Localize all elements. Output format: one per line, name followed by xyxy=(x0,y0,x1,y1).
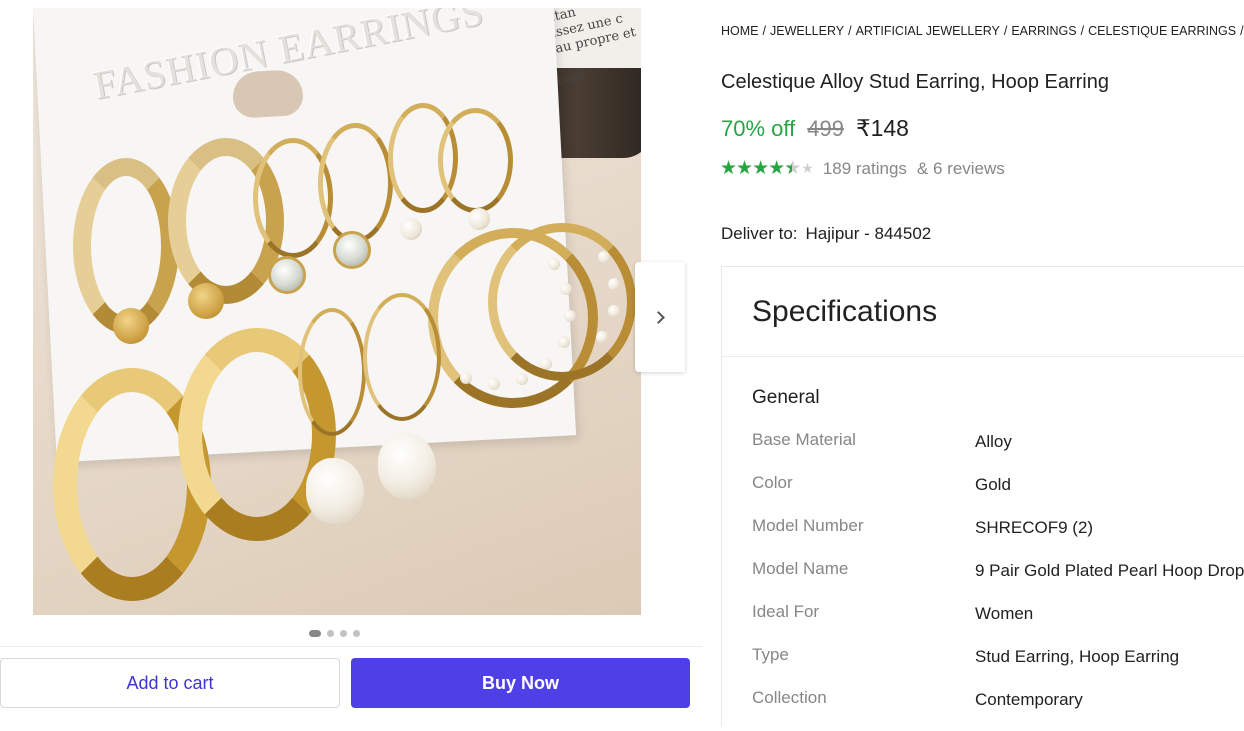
spec-row: Model Name 9 Pair Gold Plated Pearl Hoop… xyxy=(752,559,1244,602)
spec-value: SHRECOF9 (2) xyxy=(975,518,1094,537)
chevron-right-icon xyxy=(652,310,665,324)
carousel-dot[interactable] xyxy=(340,630,347,637)
buy-now-button[interactable]: Buy Now xyxy=(351,658,690,708)
carousel-dot[interactable] xyxy=(327,630,334,637)
spec-group-title: General xyxy=(752,387,820,408)
action-bar: Add to cart Buy Now xyxy=(0,646,702,718)
original-price: 499 xyxy=(807,116,844,141)
specifications-heading: Specifications xyxy=(722,267,1244,357)
product-image[interactable]: hydratan nsMassez une c la peau propre e… xyxy=(33,8,641,615)
star-rating: ★ ★ ★ ★ ★ ★ xyxy=(720,157,814,180)
spec-key: Model Name xyxy=(752,559,849,578)
spec-key: Model Number xyxy=(752,516,864,535)
breadcrumb-link-home[interactable]: HOME xyxy=(721,24,759,38)
spec-row: Base Material Alloy xyxy=(752,430,1244,473)
spec-row: Ideal For Women xyxy=(752,602,1244,645)
discount-percent: 70% off xyxy=(721,116,796,141)
star-icon: ★ xyxy=(736,158,753,179)
carousel-dot-active[interactable] xyxy=(309,630,321,637)
card-hang-hole xyxy=(231,69,304,119)
price-row: 70% off 499 ₹148 xyxy=(721,115,909,142)
star-half-icon: ★ xyxy=(784,158,801,179)
spec-key: Color xyxy=(752,473,793,492)
rating-row[interactable]: ★ ★ ★ ★ ★ ★ 189 ratings & 6 reviews xyxy=(720,157,1005,180)
pearl-cuff-earring xyxy=(73,158,179,344)
star-icon: ★ xyxy=(768,158,785,179)
spec-key: Ideal For xyxy=(752,602,820,621)
spec-row: Model Number SHRECOF9 (2) xyxy=(752,516,1244,559)
star-icon: ★ xyxy=(720,158,737,179)
product-title: Celestique Alloy Stud Earring, Hoop Earr… xyxy=(721,71,1109,93)
pearl-hoop-earring xyxy=(488,223,641,393)
spec-row: Type Stud Earring, Hoop Earring xyxy=(752,645,1244,688)
delivery-label: Deliver to: xyxy=(721,224,798,243)
pearl-drop-hoop-earring xyxy=(363,293,463,523)
star-icon: ★ xyxy=(752,158,769,179)
spec-row: Collection Contemporary xyxy=(752,688,1244,731)
breadcrumb-link-earrings[interactable]: EARRINGS xyxy=(1011,24,1076,38)
spec-value: Alloy xyxy=(975,432,1012,451)
spec-table: Base Material Alloy Color Gold Model Num… xyxy=(752,430,1244,731)
delivery-pincode[interactable]: Hajipur - 844502 xyxy=(806,224,932,243)
spec-key: Collection xyxy=(752,688,827,707)
reviews-count[interactable]: & 6 reviews xyxy=(917,159,1005,179)
spec-key: Type xyxy=(752,645,789,664)
spec-value: Stud Earring, Hoop Earring xyxy=(975,647,1180,666)
specifications-panel: Specifications General Base Material All… xyxy=(721,266,1244,726)
breadcrumb-link-celestique-earrings[interactable]: CELESTIQUE EARRINGS xyxy=(1088,24,1236,38)
carousel-indicator xyxy=(309,630,360,637)
star-outline-icon: ★ xyxy=(801,160,814,176)
spec-value: Women xyxy=(975,604,1034,623)
ratings-count[interactable]: 189 ratings xyxy=(823,159,907,179)
spec-value: Gold xyxy=(975,475,1011,494)
spec-value: Contemporary xyxy=(975,690,1083,709)
breadcrumb-link-jewellery[interactable]: JEWELLERY xyxy=(770,24,844,38)
next-image-button[interactable] xyxy=(635,262,685,372)
spec-key: Base Material xyxy=(752,430,856,449)
spec-row: Color Gold xyxy=(752,473,1244,516)
add-to-cart-button[interactable]: Add to cart xyxy=(0,658,340,708)
carousel-dot[interactable] xyxy=(353,630,360,637)
breadcrumb: HOME / JEWELLERY / ARTIFICIAL JEWELLERY / EARR… xyxy=(721,24,1244,38)
delivery-location[interactable]: Deliver to: Hajipur - 844502 xyxy=(721,224,931,244)
selling-price: ₹148 xyxy=(855,115,909,141)
breadcrumb-link-artificial-jewellery[interactable]: ARTIFICIAL JEWELLERY xyxy=(856,24,1000,38)
spec-value: 9 Pair Gold Plated Pearl Hoop Drop xyxy=(975,561,1244,580)
